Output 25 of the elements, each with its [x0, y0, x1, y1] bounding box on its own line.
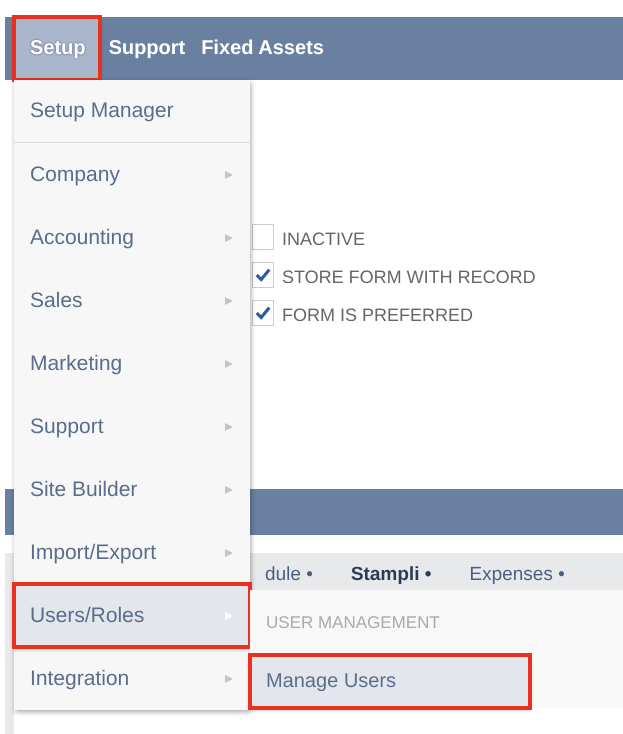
nav-item[interactable]: Fixed Assets [192, 17, 331, 80]
menu-item[interactable]: Users/Roles [14, 584, 250, 647]
menu-item[interactable]: Import/Export [14, 521, 250, 584]
menu-item[interactable]: Manage Users [250, 655, 530, 708]
menu-item[interactable]: Setup Manager [14, 80, 250, 143]
checkbox-label: INACTIVE [282, 229, 366, 250]
checkmark-icon [254, 266, 272, 284]
menu-item[interactable]: Sales [14, 269, 250, 332]
nav-item[interactable]: Support [100, 17, 192, 80]
menu-item[interactable]: Marketing [14, 332, 250, 395]
menu-item[interactable]: Company [14, 143, 250, 206]
tab[interactable]: Stampli • [350, 564, 432, 586]
menu-heading: USER MANAGEMENT [265, 612, 441, 634]
tab[interactable]: Expenses • [469, 564, 565, 586]
checkbox[interactable] [252, 224, 274, 250]
menu-item[interactable]: Accounting [14, 206, 250, 269]
checkbox[interactable] [252, 300, 274, 326]
checkbox-label: FORM IS PREFERRED [282, 305, 474, 326]
checkbox-label: STORE FORM WITH RECORD [282, 267, 536, 288]
menu-item[interactable]: Site Builder [14, 458, 250, 521]
checkmark-icon [254, 304, 272, 322]
checkbox[interactable] [252, 262, 274, 288]
menu-item[interactable]: Support [14, 395, 250, 458]
menu-item[interactable]: Integration [14, 647, 250, 710]
tab[interactable]: dule • [265, 564, 313, 586]
